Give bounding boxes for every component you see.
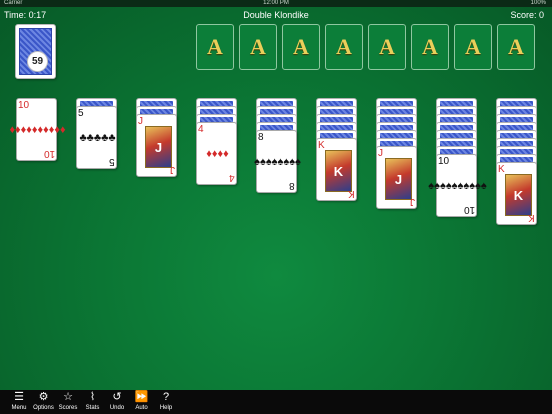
status-bar: Carrier 12:00 PM 100% bbox=[0, 0, 552, 7]
gear-icon: ⚙ bbox=[38, 391, 49, 403]
card-rank: J bbox=[410, 196, 415, 207]
score-display: Score: 0 bbox=[510, 10, 544, 20]
foundation-ace-label: A bbox=[293, 34, 309, 59]
foundation-slot[interactable]: A bbox=[282, 24, 320, 70]
playing-card[interactable]: 10 ♦♦♦♦♦♦♦♦♦♦ 10 bbox=[9, 98, 66, 161]
foundation-ace-label: A bbox=[336, 34, 352, 59]
foundation-ace-label: A bbox=[465, 34, 481, 59]
playing-card[interactable]: 4 ♦♦♦♦ 4 bbox=[196, 122, 237, 185]
stock-pile[interactable]: 59 bbox=[15, 24, 56, 79]
court-card-figure: J bbox=[385, 158, 412, 200]
toolbar-help-button[interactable]: ? Help bbox=[154, 391, 178, 413]
card-rank: K bbox=[348, 188, 355, 199]
foundation-slot[interactable]: A bbox=[325, 24, 363, 70]
toolbar-label: Menu bbox=[11, 405, 27, 411]
playing-card[interactable]: JJJ bbox=[376, 146, 417, 209]
court-card-figure: K bbox=[505, 174, 532, 216]
battery-label: 100% bbox=[530, 0, 546, 6]
foundation-slot[interactable]: A bbox=[239, 24, 277, 70]
card-pips: ♠♠♠♠♠♠♠♠ bbox=[254, 155, 301, 168]
toolbar-options-button[interactable]: ⚙ Options bbox=[32, 391, 56, 413]
foundation-slot[interactable]: A bbox=[497, 24, 535, 70]
toolbar-label: Undo bbox=[109, 405, 125, 411]
card-rank: J bbox=[170, 164, 175, 175]
game-table: Time: 0:17 Double Klondike Score: 0 59 A… bbox=[0, 7, 552, 390]
star-icon: ☆ bbox=[63, 391, 73, 403]
card-pips: ♣♣♣♣♣ bbox=[79, 131, 116, 144]
toolbar-label: Scores bbox=[58, 405, 78, 411]
fast-forward-icon: ⏩ bbox=[134, 391, 149, 403]
toolbar-label: Help bbox=[159, 405, 173, 411]
toolbar-label: Options bbox=[33, 405, 54, 411]
toolbar-undo-button[interactable]: ↺ Undo bbox=[105, 391, 129, 413]
card-rank: 8 bbox=[258, 132, 264, 143]
playing-card[interactable]: 5 ♣♣♣♣♣ 5 bbox=[76, 106, 117, 169]
card-rank: 4 bbox=[198, 124, 204, 135]
foundation-ace-label: A bbox=[379, 34, 395, 59]
court-card-figure: K bbox=[325, 150, 352, 192]
card-pips: ♠♠♠♠♠♠♠♠♠♠ bbox=[428, 179, 487, 192]
court-card-figure: J bbox=[145, 126, 172, 168]
card-rank: 5 bbox=[78, 108, 84, 119]
card-rank: K bbox=[528, 212, 535, 223]
toolbar-stats-button[interactable]: ⌇ Stats bbox=[81, 391, 105, 413]
help-icon: ? bbox=[162, 391, 170, 403]
foundation-ace-label: A bbox=[508, 34, 524, 59]
menu-icon: ☰ bbox=[14, 391, 24, 403]
game-title: Double Klondike bbox=[243, 10, 309, 20]
playing-card[interactable]: 8 ♠♠♠♠♠♠♠♠ 8 bbox=[254, 130, 301, 193]
card-rank: 8 bbox=[289, 180, 295, 191]
card-rank: 4 bbox=[229, 172, 235, 183]
card-pips: ♦♦♦♦♦♦♦♦♦♦ bbox=[9, 123, 66, 136]
card-rank: K bbox=[498, 164, 505, 175]
foundation-slot[interactable]: A bbox=[454, 24, 492, 70]
foundation-ace-label: A bbox=[250, 34, 266, 59]
playing-card[interactable]: KKK bbox=[316, 138, 357, 201]
card-rank: J bbox=[378, 148, 383, 159]
undo-icon: ↺ bbox=[112, 391, 122, 403]
playing-card[interactable]: JJJ bbox=[136, 114, 177, 177]
card-pips: ♦♦♦♦ bbox=[206, 147, 229, 160]
bottom-toolbar: ☰ Menu ⚙ Options ☆ Scores ⌇ Stats ↺ Undo ⏩ Auto? Hel… bbox=[0, 390, 552, 414]
clock-label: 12:00 PM bbox=[263, 0, 289, 6]
card-rank: 5 bbox=[109, 156, 115, 167]
foundation-slot[interactable]: A bbox=[411, 24, 449, 70]
card-rank: J bbox=[138, 116, 143, 127]
toolbar-auto-button[interactable]: ⏩ Auto bbox=[130, 391, 154, 413]
foundation-slot[interactable]: A bbox=[368, 24, 406, 70]
card-rank: K bbox=[318, 140, 325, 151]
card-rank: 10 bbox=[463, 204, 475, 215]
toolbar-label: Auto bbox=[135, 405, 148, 411]
playing-card[interactable]: 10 ♠♠♠♠♠♠♠♠♠♠ 10 bbox=[428, 154, 487, 217]
stock-count-badge: 59 bbox=[27, 51, 48, 72]
toolbar-menu-button[interactable]: ☰ Menu bbox=[7, 391, 31, 413]
card-rank: 10 bbox=[43, 148, 55, 159]
foundation-slot[interactable]: A bbox=[196, 24, 234, 70]
foundation-ace-label: A bbox=[422, 34, 438, 59]
playing-card[interactable]: KKK bbox=[496, 162, 537, 225]
toolbar-scores-button[interactable]: ☆ Scores bbox=[56, 391, 80, 413]
stats-icon: ⌇ bbox=[89, 391, 96, 403]
foundation-ace-label: A bbox=[207, 34, 223, 59]
toolbar-label: Stats bbox=[85, 405, 100, 411]
